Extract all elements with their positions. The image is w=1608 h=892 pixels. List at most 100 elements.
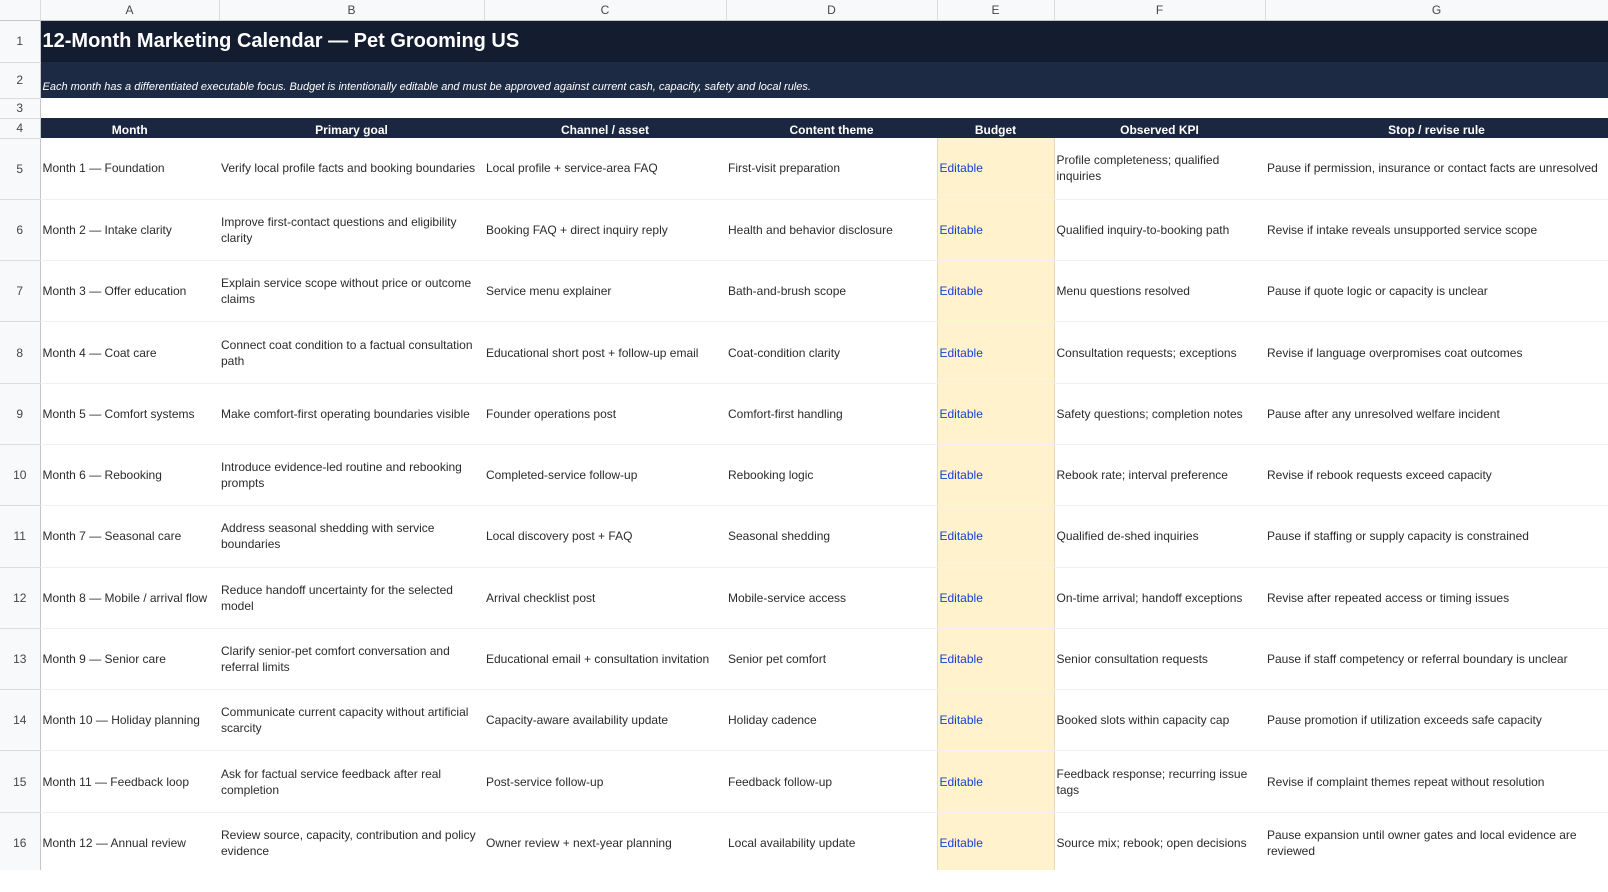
row-header[interactable]: 5 — [0, 138, 41, 200]
cell-month[interactable]: Month 10 — Holiday planning — [40, 689, 219, 752]
cell-stop-revise-rule[interactable]: Revise if intake reveals unsupported ser… — [1265, 199, 1608, 262]
cell-budget[interactable]: Editable — [936, 138, 1055, 200]
cell-primary-goal[interactable]: Reduce handoff uncertainty for the selec… — [219, 567, 484, 629]
row-header[interactable]: 12 — [0, 567, 41, 629]
cell-month[interactable]: Month 6 — Rebooking — [40, 444, 219, 507]
cell-month[interactable]: Month 9 — Senior care — [40, 628, 219, 691]
column-header-a[interactable]: A — [40, 0, 220, 21]
cell-observed-kpi[interactable]: Booked slots within capacity cap — [1054, 689, 1265, 752]
cell-content-theme[interactable]: Mobile-service access — [726, 567, 937, 629]
cell-content-theme[interactable]: Rebooking logic — [726, 444, 937, 507]
cell-channel-asset[interactable]: Owner review + next-year planning — [484, 812, 726, 875]
row-header[interactable]: 15 — [0, 750, 41, 813]
cell-month[interactable]: Month 4 — Coat care — [40, 321, 219, 384]
row-header-4[interactable]: 4 — [0, 118, 41, 139]
cell-primary-goal[interactable]: Connect coat condition to a factual cons… — [219, 321, 484, 384]
row-header[interactable]: 9 — [0, 383, 41, 445]
cell-channel-asset[interactable]: Educational email + consultation invitat… — [484, 628, 726, 691]
cell-primary-goal[interactable]: Clarify senior-pet comfort conversation … — [219, 628, 484, 691]
cell-primary-goal[interactable]: Improve first-contact questions and elig… — [219, 199, 484, 262]
sheet-subtitle[interactable]: Each month has a differentiated executab… — [40, 62, 1608, 98]
cell-primary-goal[interactable]: Verify local profile facts and booking b… — [219, 138, 484, 200]
cell-stop-revise-rule[interactable]: Pause expansion until owner gates and lo… — [1265, 812, 1608, 875]
row-header-2[interactable]: 2 — [0, 62, 41, 99]
cell-content-theme[interactable]: Seasonal shedding — [726, 505, 937, 568]
row-header[interactable]: 7 — [0, 260, 41, 323]
cell-budget[interactable]: Editable — [936, 628, 1055, 691]
column-header-d[interactable]: D — [726, 0, 938, 21]
cell-channel-asset[interactable]: Capacity-aware availability update — [484, 689, 726, 752]
row-header[interactable]: 6 — [0, 199, 41, 262]
cell-content-theme[interactable]: Coat-condition clarity — [726, 321, 937, 384]
cell-month[interactable]: Month 3 — Offer education — [40, 260, 219, 323]
cell-stop-revise-rule[interactable]: Pause if staff competency or referral bo… — [1265, 628, 1608, 691]
cell-observed-kpi[interactable]: Safety questions; completion notes — [1054, 383, 1265, 445]
cell-budget[interactable]: Editable — [936, 689, 1055, 752]
header-observed-kpi[interactable]: Observed KPI — [1054, 118, 1265, 138]
row-header[interactable]: 11 — [0, 505, 41, 568]
cell-channel-asset[interactable]: Educational short post + follow-up email — [484, 321, 726, 384]
cell-channel-asset[interactable]: Post-service follow-up — [484, 750, 726, 813]
cell-channel-asset[interactable]: Booking FAQ + direct inquiry reply — [484, 199, 726, 262]
cell-content-theme[interactable]: Local availability update — [726, 812, 937, 875]
cell-content-theme[interactable]: Holiday cadence — [726, 689, 937, 752]
cell-budget[interactable]: Editable — [936, 750, 1055, 813]
column-header-b[interactable]: B — [219, 0, 485, 21]
cell-stop-revise-rule[interactable]: Pause if permission, insurance or contac… — [1265, 138, 1608, 200]
sheet-title[interactable]: 12-Month Marketing Calendar — Pet Groomi… — [40, 20, 1608, 62]
cell-stop-revise-rule[interactable]: Revise after repeated access or timing i… — [1265, 567, 1608, 629]
cell-budget[interactable]: Editable — [936, 260, 1055, 323]
header-month[interactable]: Month — [40, 118, 219, 138]
cell-primary-goal[interactable]: Make comfort-first operating boundaries … — [219, 383, 484, 445]
cell-observed-kpi[interactable]: Menu questions resolved — [1054, 260, 1265, 323]
cell-budget[interactable]: Editable — [936, 505, 1055, 568]
cell-observed-kpi[interactable]: On-time arrival; handoff exceptions — [1054, 567, 1265, 629]
cell-observed-kpi[interactable]: Profile completeness; qualified inquirie… — [1054, 138, 1265, 200]
header-content-theme[interactable]: Content theme — [726, 118, 937, 138]
cell-stop-revise-rule[interactable]: Pause after any unresolved welfare incid… — [1265, 383, 1608, 445]
cell-channel-asset[interactable]: Local discovery post + FAQ — [484, 505, 726, 568]
cell-budget[interactable]: Editable — [936, 383, 1055, 445]
cell-budget[interactable]: Editable — [936, 199, 1055, 262]
cell-primary-goal[interactable]: Explain service scope without price or o… — [219, 260, 484, 323]
column-header-g[interactable]: G — [1265, 0, 1608, 21]
column-header-c[interactable]: C — [484, 0, 727, 21]
header-primary-goal[interactable]: Primary goal — [219, 118, 484, 138]
cell-content-theme[interactable]: Comfort-first handling — [726, 383, 937, 445]
cell-stop-revise-rule[interactable]: Revise if language overpromises coat out… — [1265, 321, 1608, 384]
cell-budget[interactable]: Editable — [936, 321, 1055, 384]
cell-month[interactable]: Month 7 — Seasonal care — [40, 505, 219, 568]
cell-channel-asset[interactable]: Founder operations post — [484, 383, 726, 445]
cell-channel-asset[interactable]: Arrival checklist post — [484, 567, 726, 629]
row-header-1[interactable]: 1 — [0, 20, 41, 63]
cell-month[interactable]: Month 12 — Annual review — [40, 812, 219, 875]
cell-observed-kpi[interactable]: Senior consultation requests — [1054, 628, 1265, 691]
cell-observed-kpi[interactable]: Source mix; rebook; open decisions — [1054, 812, 1265, 875]
header-budget[interactable]: Budget — [937, 118, 1054, 138]
cell-observed-kpi[interactable]: Consultation requests; exceptions — [1054, 321, 1265, 384]
cell-stop-revise-rule[interactable]: Pause promotion if utilization exceeds s… — [1265, 689, 1608, 752]
row-header-3[interactable]: 3 — [0, 98, 41, 119]
row-header[interactable]: 13 — [0, 628, 41, 691]
cell-month[interactable]: Month 2 — Intake clarity — [40, 199, 219, 262]
cell-month[interactable]: Month 1 — Foundation — [40, 138, 219, 200]
column-header-f[interactable]: F — [1054, 0, 1266, 21]
cell-month[interactable]: Month 8 — Mobile / arrival flow — [40, 567, 219, 629]
cell-content-theme[interactable]: First-visit preparation — [726, 138, 937, 200]
cell-stop-revise-rule[interactable]: Revise if complaint themes repeat withou… — [1265, 750, 1608, 813]
cell-primary-goal[interactable]: Address seasonal shedding with service b… — [219, 505, 484, 568]
cell-primary-goal[interactable]: Ask for factual service feedback after r… — [219, 750, 484, 813]
cell-content-theme[interactable]: Feedback follow-up — [726, 750, 937, 813]
cell-primary-goal[interactable]: Communicate current capacity without art… — [219, 689, 484, 752]
cell-channel-asset[interactable]: Completed-service follow-up — [484, 444, 726, 507]
cell-observed-kpi[interactable]: Rebook rate; interval preference — [1054, 444, 1265, 507]
cell-observed-kpi[interactable]: Qualified de-shed inquiries — [1054, 505, 1265, 568]
cell-observed-kpi[interactable]: Feedback response; recurring issue tags — [1054, 750, 1265, 813]
cell-channel-asset[interactable]: Service menu explainer — [484, 260, 726, 323]
cell-observed-kpi[interactable]: Qualified inquiry-to-booking path — [1054, 199, 1265, 262]
cell-budget[interactable]: Editable — [936, 567, 1055, 629]
row-header[interactable]: 14 — [0, 689, 41, 752]
cell-primary-goal[interactable]: Review source, capacity, contribution an… — [219, 812, 484, 875]
cell-stop-revise-rule[interactable]: Revise if rebook requests exceed capacit… — [1265, 444, 1608, 507]
header-channel-asset[interactable]: Channel / asset — [484, 118, 726, 138]
